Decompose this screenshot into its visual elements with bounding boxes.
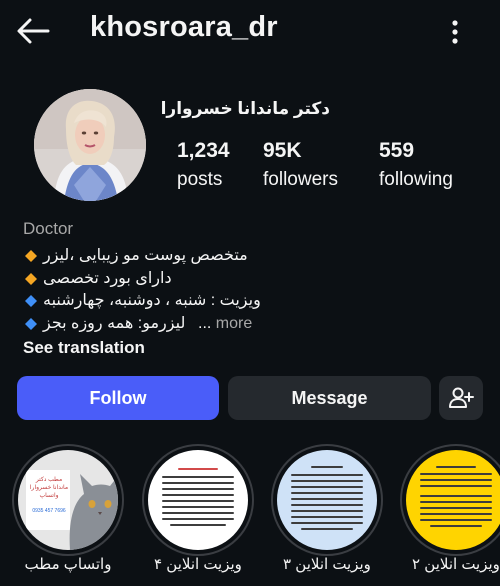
more-vertical-icon[interactable] [444, 14, 466, 48]
bio-line-text: ویزیت : شنبه ، دوشنبه، چهارشنبه [43, 292, 261, 309]
blue-diamond-icon [25, 295, 37, 307]
highlight-item[interactable]: ویزیت انلاین ۳ [264, 444, 390, 586]
highlight-cover [277, 450, 377, 550]
bio-line: متخصص پوست مو زیبایی ،لیزر [25, 244, 325, 268]
profile-category: Doctor [23, 219, 74, 238]
suggest-user-button[interactable] [439, 376, 483, 420]
profile-username: khosroara_dr [90, 11, 278, 43]
bio-more-link[interactable]: ... more [198, 312, 252, 336]
highlight-caption: واتساپ مطب [24, 556, 112, 573]
orange-diamond-icon [25, 250, 37, 262]
highlight-cover: مطب دکتر ماندانا خسروارا واتساپ 0935 457… [18, 450, 118, 550]
bio-more-label: more [215, 315, 253, 332]
bio-line-text: دارای بورد تخصصی [43, 270, 172, 287]
bio-line: ویزیت : شنبه ، دوشنبه، چهارشنبه [25, 289, 325, 313]
highlight-item[interactable]: ویزیت انلاین ۴ [135, 444, 261, 586]
stat-followers[interactable]: 95K followers [263, 138, 338, 194]
stat-following-label: following [379, 169, 453, 190]
profile-avatar[interactable] [34, 89, 146, 201]
stat-following-count: 559 [379, 139, 415, 162]
highlight-caption: ویزیت انلاین ۳ [283, 556, 371, 573]
highlight-cover-title: مطب دکتر ماندانا خسروارا واتساپ [29, 477, 69, 499]
see-translation-link[interactable]: See translation [23, 336, 145, 360]
stat-posts: 1,234 posts [177, 138, 230, 194]
blue-diamond-icon [25, 318, 37, 330]
profile-full-name: دکتر ماندانا خسروارا [160, 99, 330, 118]
person-add-icon [449, 387, 474, 408]
highlight-cover-phone: 0935 457 7696 [32, 508, 66, 514]
top-bar: khosroara_dr [0, 0, 500, 62]
highlight-caption: ویزیت انلاین ۲ [412, 556, 500, 573]
bio-line: دارای بورد تخصصی [25, 267, 325, 291]
message-button[interactable]: Message [228, 376, 431, 420]
cat-photo-icon [18, 450, 118, 550]
highlight-item[interactable]: ویزیت انلاین ۲ [393, 444, 500, 586]
bio-line: لیزرمو: همه روزه بجز [25, 312, 195, 336]
highlight-cover [406, 450, 500, 550]
stat-posts-count: 1,234 [177, 139, 230, 162]
stat-followers-count: 95K [263, 139, 302, 162]
highlight-item[interactable]: مطب دکتر ماندانا خسروارا واتساپ 0935 457… [5, 444, 131, 586]
avatar-photo [34, 89, 146, 201]
stat-following[interactable]: 559 following [379, 138, 453, 194]
stat-posts-label: posts [177, 169, 223, 190]
arrow-left-icon[interactable] [14, 14, 52, 48]
orange-diamond-icon [25, 273, 37, 285]
bio-line-text: لیزرمو: همه روزه بجز [43, 315, 186, 332]
stat-followers-label: followers [263, 169, 338, 190]
bio-ellipsis: ... [198, 315, 212, 332]
follow-button[interactable]: Follow [17, 376, 219, 420]
highlight-cover [148, 450, 248, 550]
bio-line-text: متخصص پوست مو زیبایی ،لیزر [43, 247, 248, 264]
highlight-caption: ویزیت انلاین ۴ [154, 556, 242, 573]
